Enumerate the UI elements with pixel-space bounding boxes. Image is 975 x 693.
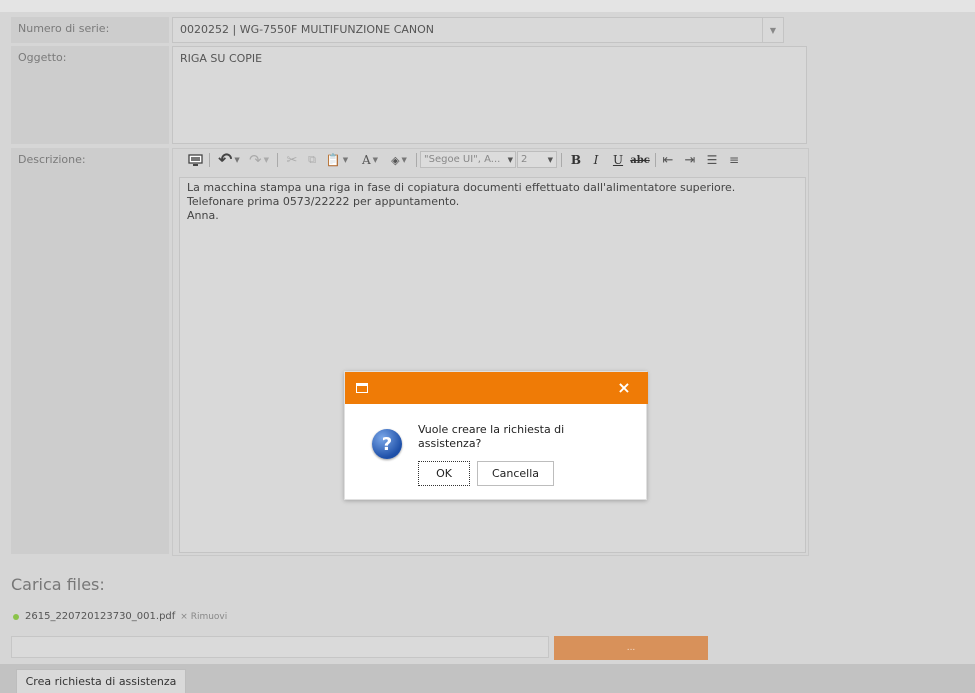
font-size-select[interactable]: 2 ▼ (517, 151, 557, 168)
top-strip (0, 0, 975, 12)
undo-icon[interactable]: ↶ ▼ (215, 149, 243, 171)
serial-select[interactable]: 0020252 | WG-7550F MULTIFUNZIONE CANON ▼ (172, 17, 784, 43)
indent-icon[interactable]: ⇥ (681, 149, 699, 171)
dialog-message: Vuole creare la richiesta di assistenza? (418, 423, 565, 450)
toolbar-separator (277, 153, 278, 167)
cut-icon[interactable]: ✂ (283, 149, 301, 171)
file-status-dot (13, 613, 19, 620)
serial-label: Numero di serie: (11, 17, 169, 43)
cancel-button[interactable]: Cancella (477, 461, 554, 486)
unordered-list-icon[interactable]: ≡ (725, 149, 743, 171)
ordered-list-icon[interactable]: ☰ (703, 149, 721, 171)
ok-button[interactable]: OK (418, 461, 470, 486)
chevron-down-icon[interactable]: ▼ (762, 18, 783, 42)
outdent-icon[interactable]: ⇤ (659, 149, 677, 171)
toolbar-separator (561, 153, 562, 167)
window-icon (356, 383, 368, 393)
font-family-select[interactable]: "Segoe UI", A... ▼ (420, 151, 516, 168)
paste-icon[interactable]: 📋 ▼ (323, 149, 351, 171)
remove-file-link[interactable]: × Rimuovi (180, 612, 227, 622)
editor-toolbar: ↶ ▼ ↷ ▼ ✂ ⧉ 📋 ▼ A ▼ ◈ ▼ "Segoe UI", A... ▼ 2 … (181, 149, 801, 173)
file-name: 2615_220720123730_001.pdf (25, 611, 176, 622)
toolbar-separator (209, 153, 210, 167)
monitor-icon[interactable] (185, 149, 205, 171)
subject-textarea[interactable]: RIGA SU COPIE (172, 46, 807, 144)
toolbar-separator (416, 153, 417, 167)
subject-label: Oggetto: (11, 46, 169, 144)
strikethrough-icon[interactable]: abc (629, 149, 651, 171)
close-icon[interactable]: × (615, 378, 633, 398)
cancel-label: Cancella (491, 467, 540, 480)
font-color-icon[interactable]: A ▼ (357, 149, 383, 171)
highlight-icon[interactable]: ◈ ▼ (385, 149, 413, 171)
italic-icon[interactable]: I (587, 149, 605, 171)
browse-button[interactable]: ... (554, 636, 708, 660)
confirm-dialog: × ? Vuole creare la richiesta di assiste… (344, 371, 648, 500)
dialog-titlebar: × (345, 372, 648, 404)
upload-title: Carica files: (11, 575, 105, 594)
bold-icon[interactable]: B (567, 149, 585, 171)
font-family-value: "Segoe UI", A... (424, 154, 501, 165)
uploaded-file: 2615_220720123730_001.pdf × Rimuovi (13, 611, 227, 622)
underline-icon[interactable]: U (609, 149, 627, 171)
ok-label: OK (436, 467, 452, 480)
description-line: Anna. (187, 209, 219, 222)
file-path-input[interactable] (11, 636, 549, 658)
create-request-button[interactable]: Crea richiesta di assistenza (16, 669, 186, 693)
remove-label: Rimuovi (190, 611, 228, 622)
chevron-down-icon[interactable]: ▼ (548, 156, 553, 164)
question-icon: ? (372, 429, 402, 459)
create-request-label: Crea richiesta di assistenza (25, 675, 177, 688)
serial-value: 0020252 | WG-7550F MULTIFUNZIONE CANON (180, 23, 435, 36)
copy-icon[interactable]: ⧉ (303, 149, 321, 171)
chevron-down-icon[interactable]: ▼ (508, 156, 513, 164)
description-label: Descrizione: (11, 148, 169, 554)
description-line: La macchina stampa una riga in fase di c… (187, 181, 736, 194)
toolbar-separator (655, 153, 656, 167)
browse-label: ... (626, 643, 636, 653)
description-line: Telefonare prima 0573/22222 per appuntam… (187, 195, 460, 208)
font-size-value: 2 (521, 154, 528, 165)
redo-icon[interactable]: ↷ ▼ (245, 149, 273, 171)
